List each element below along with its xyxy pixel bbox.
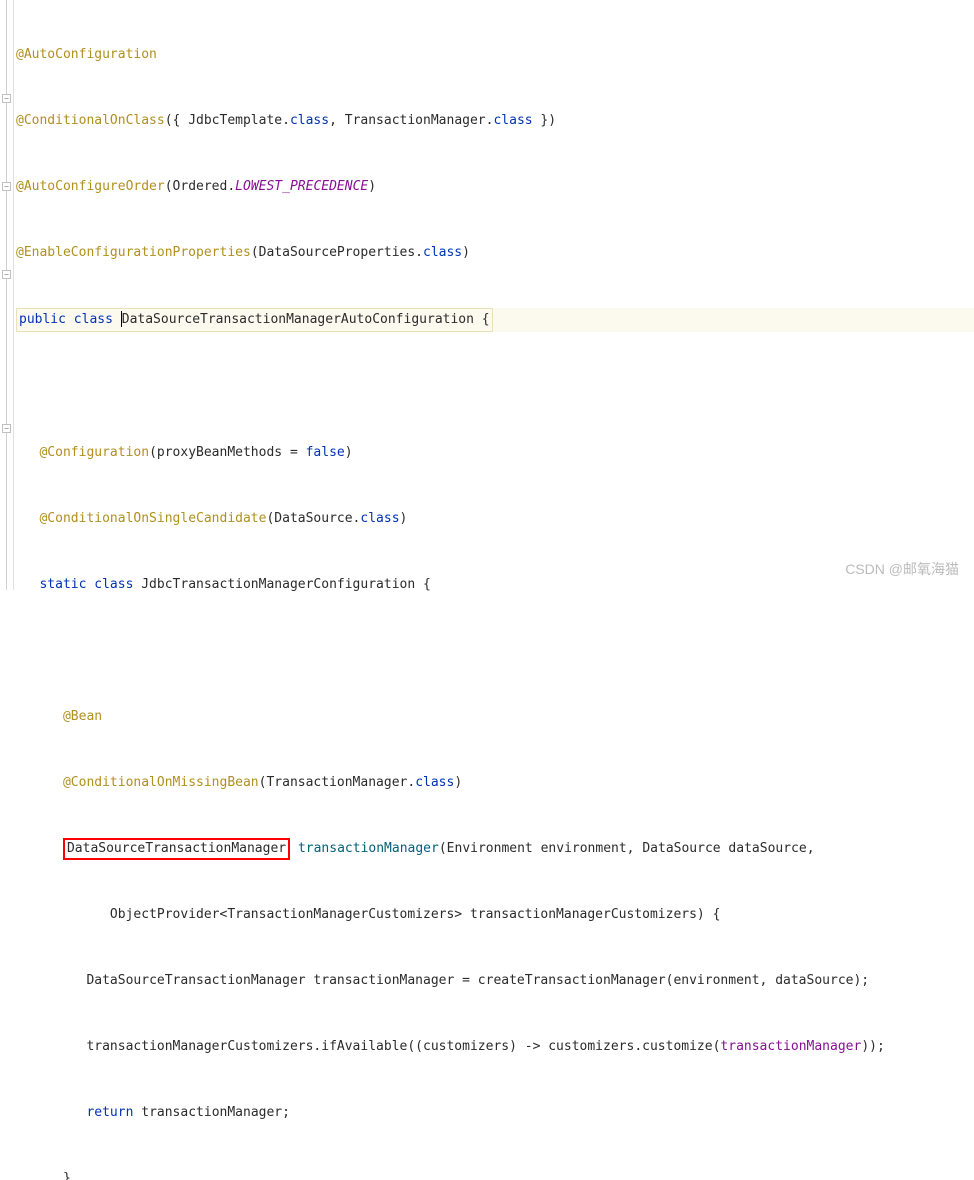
code-line: static class JdbcTransactionManagerConfi… [16,574,974,596]
code-line: @AutoConfiguration [16,44,974,66]
code-line [16,640,974,662]
code-line: @AutoConfigureOrder(Ordered.LOWEST_PRECE… [16,176,974,198]
code-line: DataSourceTransactionManager transaction… [16,970,974,992]
fold-marker-icon[interactable]: − [2,270,11,279]
highlighted-type: DataSourceTransactionManager [63,838,290,860]
code-line: @Configuration(proxyBeanMethods = false) [16,442,974,464]
code-line: @ConditionalOnSingleCandidate(DataSource… [16,508,974,530]
code-line: DataSourceTransactionManager transaction… [16,838,974,860]
fold-marker-icon[interactable]: − [2,424,11,433]
code-line: @ConditionalOnMissingBean(TransactionMan… [16,772,974,794]
code-line: } [16,1168,974,1180]
code-line [16,376,974,398]
code-area[interactable]: @AutoConfiguration @ConditionalOnClass({… [14,0,974,590]
code-editor[interactable]: − − − − @AutoConfiguration @ConditionalO… [0,0,974,590]
fold-marker-icon[interactable]: − [2,182,11,191]
code-line: @EnableConfigurationProperties(DataSourc… [16,242,974,264]
code-line-caret: public class DataSourceTransactionManage… [16,308,974,332]
code-line: @ConditionalOnClass({ JdbcTemplate.class… [16,110,974,132]
gutter: − − − − [0,0,14,590]
watermark: CSDN @邮氧海猫 [845,558,959,580]
fold-marker-icon[interactable]: − [2,94,11,103]
code-line: return transactionManager; [16,1102,974,1124]
code-line: transactionManagerCustomizers.ifAvailabl… [16,1036,974,1058]
code-line: @Bean [16,706,974,728]
code-line: ObjectProvider<TransactionManagerCustomi… [16,904,974,926]
